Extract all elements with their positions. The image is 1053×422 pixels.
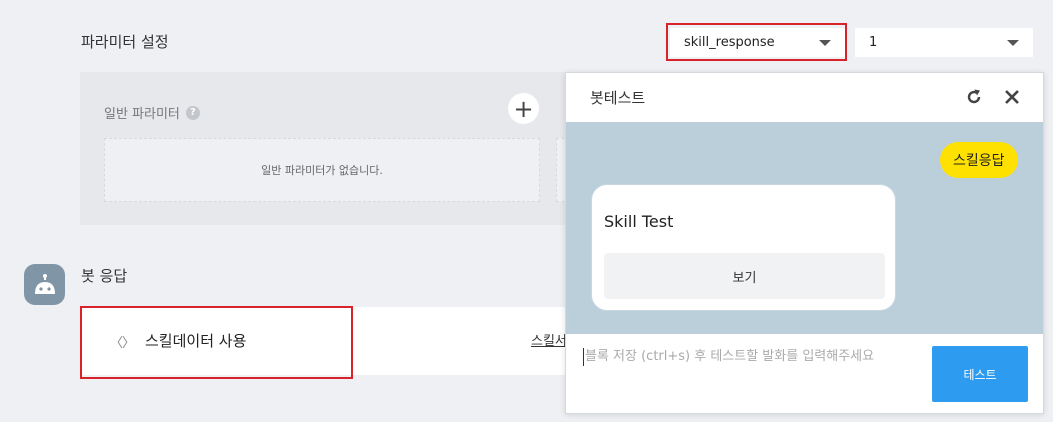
robot-icon — [34, 273, 55, 294]
param-settings-title: 파라미터 설정 — [81, 33, 169, 51]
add-icon: + — [513, 94, 534, 123]
chat-area: 스킬응답 Skill Test 보기 — [566, 122, 1043, 334]
card-title: Skill Test — [604, 212, 674, 231]
bot-icon — [24, 264, 65, 305]
bot-response-label: 봇 응답 — [81, 267, 128, 285]
highlight-box-skill-select — [666, 23, 847, 61]
bottest-panel: 봇테스트 스킬응답 Skill Test 보기 블록 저장 (ctrl+s) 후… — [565, 72, 1044, 414]
general-param-empty: 일반 파라미터가 없습니다. — [104, 138, 540, 202]
test-send-button[interactable]: 테스트 — [932, 346, 1028, 402]
highlight-box-skill-data — [80, 306, 353, 379]
empty-message: 일반 파라미터가 없습니다. — [261, 164, 383, 177]
general-param-header: 일반 파라미터 ? — [104, 103, 200, 122]
skill-server-link[interactable]: 스킬서버 — [531, 330, 565, 349]
number-select-value: 1 — [869, 35, 878, 50]
close-icon[interactable] — [1002, 87, 1022, 107]
bot-card: Skill Test 보기 — [591, 184, 896, 311]
number-select[interactable]: 1 — [855, 28, 1033, 57]
refresh-icon[interactable] — [964, 87, 984, 107]
add-param-button[interactable]: + — [508, 93, 539, 124]
help-icon[interactable]: ? — [185, 105, 200, 120]
user-message-bubble: 스킬응답 — [940, 142, 1018, 178]
bottest-title: 봇테스트 — [590, 89, 646, 107]
card-view-button[interactable]: 보기 — [604, 253, 885, 299]
utterance-input[interactable]: 블록 저장 (ctrl+s) 후 테스트할 발화를 입력해주세요 — [583, 348, 923, 366]
general-param-label: 일반 파라미터 — [104, 107, 180, 122]
chevron-down-icon — [1007, 39, 1019, 46]
